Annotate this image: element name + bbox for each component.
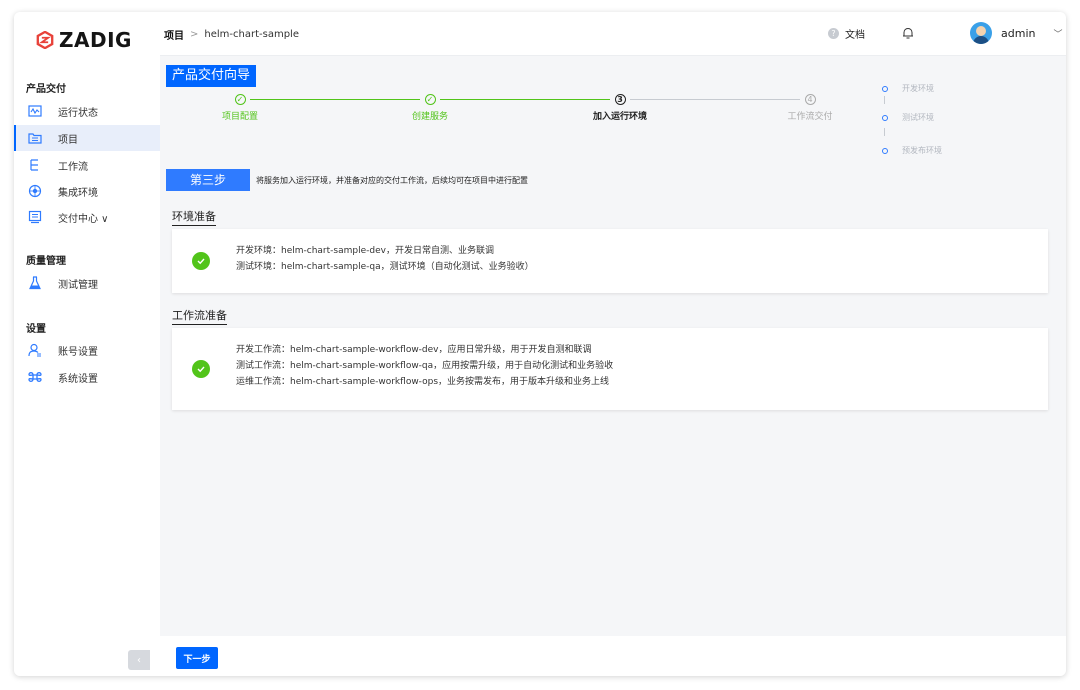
env-step-staging: 预发布环境	[882, 145, 942, 156]
main-content: 产品交付向导 ✓ 项目配置 ✓ 创建服务 3 加入运行环境 4 工作流交付 开发…	[160, 56, 1066, 676]
project-icon	[28, 131, 42, 145]
workflow-line-ops: 运维工作流：helm-chart-sample-workflow-ops，业务按…	[236, 377, 610, 387]
group-title-delivery: 产品交付	[26, 84, 66, 95]
step-label: 工作流交付	[787, 112, 833, 122]
step-check-icon: ✓	[234, 94, 246, 105]
sidebar-item-label: 工作流	[58, 161, 88, 173]
sidebar-item-label: 运行状态	[58, 107, 98, 119]
wizard-step-join-env: 3 加入运行环境	[560, 94, 680, 122]
group-title-quality: 质量管理	[26, 256, 66, 267]
environment-icon	[28, 184, 42, 198]
footer-bar: 下一步	[160, 636, 1066, 676]
workflow-line-dev: 开发工作流：helm-chart-sample-workflow-dev，应用日…	[236, 345, 592, 355]
wizard-step-workflow-delivery: 4 工作流交付	[750, 94, 870, 122]
sidebar-item-label: 账号设置	[58, 346, 98, 358]
sidebar-item-label: 项目	[58, 134, 78, 146]
env-section-title: 环境准备	[172, 208, 216, 226]
breadcrumb: 项目 > helm-chart-sample	[164, 27, 299, 42]
sidebar-item-delivery[interactable]: 交付中心 ∨	[14, 204, 160, 230]
user-menu[interactable]: admin ﹀	[970, 22, 1062, 44]
env-dot-icon	[882, 147, 888, 154]
system-settings-icon	[28, 370, 42, 384]
step-number: 4	[804, 94, 816, 105]
env-line-dev: 开发环境：helm-chart-sample-dev，开发日常自测、业务联调	[236, 246, 494, 256]
sidebar-item-label: 交付中心 ∨	[58, 213, 109, 225]
sidebar: ZADIG 产品交付 运行状态 项目 工作流 集成环境 交付中心 ∨ 质量管理 …	[14, 12, 160, 676]
top-header: 项目 > helm-chart-sample ? 文档 admin ﹀	[160, 12, 1066, 56]
env-step-label: 预发布环境	[902, 146, 942, 155]
sidebar-item-project[interactable]: 项目	[14, 125, 160, 151]
next-step-button[interactable]: 下一步	[176, 647, 218, 669]
env-card: 开发环境：helm-chart-sample-dev，开发日常自测、业务联调 测…	[172, 229, 1048, 293]
sidebar-item-test[interactable]: 测试管理	[14, 270, 160, 296]
sidebar-item-label: 系统设置	[58, 373, 98, 385]
step-label: 创建服务	[411, 112, 448, 122]
collapse-sidebar-button[interactable]: ‹	[128, 650, 150, 670]
wizard-steps: ✓ 项目配置 ✓ 创建服务 3 加入运行环境 4 工作流交付	[160, 94, 880, 134]
chevron-down-icon: ﹀	[1053, 29, 1063, 40]
help-icon: ?	[828, 28, 839, 39]
workflow-section-title: 工作流准备	[172, 307, 227, 325]
env-step-test: 测试环境	[882, 112, 934, 123]
env-dot-icon	[882, 114, 888, 121]
group-title-settings: 设置	[26, 324, 46, 335]
breadcrumb-root[interactable]: 项目	[164, 27, 184, 42]
env-line-test: 测试环境：helm-chart-sample-qa，测试环境（自动化测试、业务验…	[236, 262, 534, 272]
env-card-lines: 开发环境：helm-chart-sample-dev，开发日常自测、业务联调 测…	[236, 243, 534, 275]
sidebar-item-system[interactable]: 系统设置	[14, 364, 160, 390]
step-three-badge: 第三步	[166, 169, 250, 191]
breadcrumb-current: helm-chart-sample	[204, 29, 299, 40]
user-name: admin	[1001, 26, 1036, 40]
monitor-icon	[28, 104, 42, 118]
workflow-card-lines: 开发工作流：helm-chart-sample-workflow-dev，应用日…	[236, 342, 613, 390]
wizard-step-project-config: ✓ 项目配置	[180, 94, 300, 122]
sidebar-item-status[interactable]: 运行状态	[14, 98, 160, 124]
check-circle-icon	[192, 252, 210, 270]
delivery-icon	[28, 210, 42, 224]
breadcrumb-separator: >	[190, 29, 199, 40]
docs-link[interactable]: ? 文档	[828, 26, 865, 41]
env-dot-icon	[882, 85, 888, 92]
docs-label: 文档	[845, 30, 865, 41]
bell-icon[interactable]	[901, 26, 915, 40]
flask-icon	[28, 276, 42, 290]
avatar	[970, 22, 992, 44]
step-label: 加入运行环境	[592, 112, 647, 122]
check-circle-icon	[192, 360, 210, 378]
step-label: 项目配置	[221, 112, 258, 122]
env-step-label: 测试环境	[902, 113, 934, 122]
env-step-dev: 开发环境	[882, 83, 934, 94]
wizard-step-create-service: ✓ 创建服务	[370, 94, 490, 122]
workflow-line-test: 测试工作流：helm-chart-sample-workflow-qa，应用按需…	[236, 361, 614, 371]
step-number: 3	[614, 94, 626, 105]
sidebar-item-label: 集成环境	[58, 187, 98, 199]
sidebar-item-workflow[interactable]: 工作流	[14, 152, 160, 178]
step-check-icon: ✓	[424, 94, 436, 105]
env-connector	[884, 128, 885, 136]
sidebar-item-environment[interactable]: 集成环境	[14, 178, 160, 204]
chevron-left-icon: ‹	[137, 654, 141, 666]
workflow-icon	[28, 158, 42, 172]
env-step-label: 开发环境	[902, 84, 934, 93]
step-three-description: 将服务加入运行环境，并准备对应的交付工作流，后续均可在项目中进行配置	[256, 176, 528, 185]
wizard-title: 产品交付向导	[166, 65, 257, 87]
workflow-card: 开发工作流：helm-chart-sample-workflow-dev，应用日…	[172, 328, 1048, 410]
brand-name: ZADIG	[59, 28, 132, 52]
zadig-logo-icon	[36, 31, 54, 49]
user-settings-icon	[28, 343, 42, 357]
logo[interactable]: ZADIG	[36, 28, 132, 52]
app-window: ZADIG 产品交付 运行状态 项目 工作流 集成环境 交付中心 ∨ 质量管理 …	[14, 12, 1066, 676]
sidebar-item-account[interactable]: 账号设置	[14, 337, 160, 363]
env-connector	[884, 96, 885, 104]
sidebar-item-label: 测试管理	[58, 279, 98, 291]
